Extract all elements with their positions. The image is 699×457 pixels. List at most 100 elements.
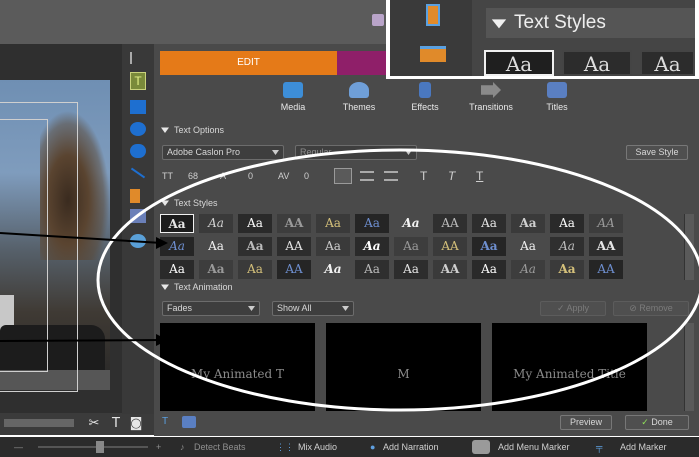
rectangle-tool-icon[interactable] (130, 100, 146, 114)
text-style-swatch[interactable]: AA (589, 260, 623, 279)
done-button[interactable]: ✓ Done (625, 415, 689, 430)
text-styles-header[interactable]: Text Styles (158, 196, 693, 210)
text-style-swatch[interactable]: Aa (394, 260, 428, 279)
mix-audio-icon: ⋮⋮ (276, 442, 294, 452)
zoom-in-icon[interactable]: + (156, 442, 161, 452)
align-center-icon[interactable] (360, 171, 374, 181)
text-style-swatch[interactable]: Aa (238, 237, 272, 256)
time-slider[interactable] (4, 419, 74, 427)
text-animation-header[interactable]: Text Animation (158, 280, 693, 294)
text-style-swatch[interactable]: Aa (550, 260, 584, 279)
text-options-header[interactable]: Text Options (158, 123, 693, 137)
text-tool-small-icon[interactable]: T (162, 416, 176, 428)
text-style-swatch[interactable]: Aa (238, 214, 272, 233)
underline-icon[interactable]: T (476, 169, 483, 183)
line-tool-icon[interactable] (130, 167, 146, 179)
rounded-rect-tool-icon[interactable] (130, 144, 146, 158)
ellipse-tool-icon[interactable] (130, 122, 146, 136)
animation-preview-2[interactable]: M (326, 323, 481, 411)
text-style-swatch[interactable]: Aa (238, 260, 272, 279)
text-style-swatch[interactable]: Aa (316, 237, 350, 256)
animation-preview-3[interactable]: My Animated Title (492, 323, 647, 411)
text-style-swatch[interactable]: Aa (355, 237, 389, 256)
effects-button[interactable]: Effects (390, 80, 460, 120)
detect-beats-button[interactable]: Detect Beats (194, 442, 246, 452)
text-style-swatch[interactable]: AA (433, 214, 467, 233)
transitions-button[interactable]: Transitions (456, 80, 526, 120)
zoom-out-icon[interactable]: — (14, 442, 23, 452)
text-style-swatch[interactable]: AA (277, 260, 311, 279)
animation-filter-dropdown[interactable]: Show All (272, 301, 354, 316)
kerning-value[interactable]: 0 (304, 171, 309, 181)
text-style-swatch[interactable]: Aa (160, 214, 194, 233)
text-style-swatch[interactable]: AA (277, 237, 311, 256)
text-style-swatch[interactable]: Aa (394, 214, 428, 233)
image-icon[interactable] (182, 416, 196, 428)
text-style-swatch[interactable]: Aa (355, 214, 389, 233)
apply-button[interactable]: ✓ Apply (540, 301, 606, 316)
scissors-icon[interactable]: ✂ (86, 416, 102, 432)
text-style-swatch[interactable]: Aa (472, 260, 506, 279)
center-icon[interactable] (130, 234, 146, 248)
text-style-swatch[interactable]: AA (433, 260, 467, 279)
text-style-swatch[interactable]: Aa (355, 260, 389, 279)
align-icon (426, 4, 440, 26)
add-menu-marker-button[interactable]: Add Menu Marker (498, 442, 570, 452)
text-style-swatch[interactable]: Aa (160, 260, 194, 279)
mix-audio-button[interactable]: Mix Audio (298, 442, 337, 452)
text-style-swatch[interactable]: AA (433, 237, 467, 256)
leading-value[interactable]: 0 (248, 171, 253, 181)
font-size-value[interactable]: 68 (188, 171, 198, 181)
text-style-swatch[interactable]: AA (589, 214, 623, 233)
text-tool-icon[interactable]: T (108, 416, 124, 432)
text-style-swatch[interactable]: Aa (550, 237, 584, 256)
align-left-icon[interactable] (334, 168, 352, 184)
zoom-slider[interactable] (38, 446, 148, 448)
text-style-swatch[interactable]: Aa (316, 260, 350, 279)
align-icon[interactable] (130, 189, 140, 203)
transitions-icon (481, 82, 501, 98)
themes-button[interactable]: Themes (324, 80, 394, 120)
camera-icon[interactable]: ◙ (128, 416, 144, 432)
align-right-icon[interactable] (384, 171, 398, 181)
animation-scrollbar[interactable] (684, 323, 694, 411)
text-style-swatch[interactable]: Aa (511, 237, 545, 256)
text-style-swatch[interactable]: Aa (199, 237, 233, 256)
titles-button[interactable]: Titles (522, 80, 592, 120)
text-style-swatch[interactable]: AA (589, 237, 623, 256)
media-button[interactable]: Media (258, 80, 328, 120)
text-style-swatch[interactable]: Aa (472, 237, 506, 256)
text-style-swatch[interactable]: AA (277, 214, 311, 233)
inset-style-swatch: Aa (640, 50, 695, 76)
text-tool-icon[interactable]: T (130, 72, 146, 90)
collapse-triangle-icon (491, 19, 507, 29)
tab-disc-menus[interactable] (337, 51, 387, 75)
save-style-button[interactable]: Save Style (626, 145, 688, 160)
text-style-swatch[interactable]: Aa (316, 214, 350, 233)
font-style-dropdown[interactable]: Regular (295, 145, 417, 160)
add-narration-button[interactable]: Add Narration (383, 442, 439, 452)
text-style-swatch[interactable]: Aa (511, 214, 545, 233)
tab-edit[interactable]: EDIT (160, 51, 337, 75)
text-style-swatch[interactable]: Aa (199, 214, 233, 233)
text-style-swatch[interactable]: Aa (394, 237, 428, 256)
styles-scrollbar[interactable] (684, 214, 694, 280)
font-dropdown[interactable]: Adobe Caslon Pro (162, 145, 284, 160)
text-style-swatch[interactable]: Aa (511, 260, 545, 279)
selection-arrow-icon[interactable] (130, 52, 138, 64)
animation-filter-value: Show All (277, 303, 312, 313)
faux-italic-icon[interactable]: T (448, 169, 455, 183)
arrange-icon[interactable] (130, 209, 146, 223)
zoom-slider-thumb[interactable] (96, 441, 104, 453)
tool-column: T (122, 44, 154, 414)
animation-preview-1[interactable]: My Animated T (160, 323, 315, 411)
text-style-swatch[interactable]: Aa (160, 237, 194, 256)
animation-category-dropdown[interactable]: Fades (162, 301, 260, 316)
text-style-swatch[interactable]: Aa (199, 260, 233, 279)
preview-button[interactable]: Preview (560, 415, 612, 430)
text-style-swatch[interactable]: Aa (472, 214, 506, 233)
faux-bold-icon[interactable]: T (420, 169, 427, 183)
remove-button[interactable]: ⊘ Remove (613, 301, 689, 316)
add-marker-button[interactable]: Add Marker (620, 442, 667, 452)
text-style-swatch[interactable]: Aa (550, 214, 584, 233)
